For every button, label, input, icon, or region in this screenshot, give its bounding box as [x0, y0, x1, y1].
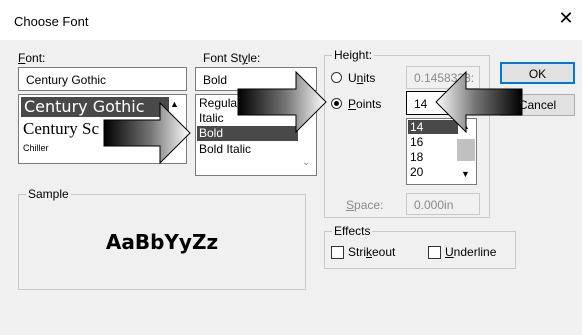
- arrow-to-points-icon: [237, 70, 327, 134]
- annotation-arrows: [103, 70, 523, 165]
- arrow-to-14-icon: [435, 70, 523, 134]
- arrow-to-bold-icon: [103, 101, 191, 165]
